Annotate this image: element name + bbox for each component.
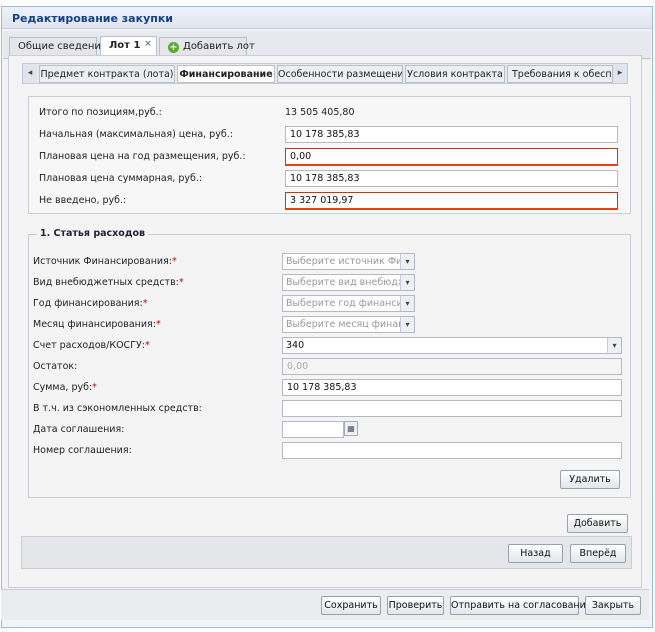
planned-total-field[interactable]: 10 178 385,83 xyxy=(285,170,618,187)
chevron-down-icon[interactable]: ▾ xyxy=(400,275,414,290)
source-select[interactable]: Выберите источник Фи ▾ xyxy=(282,253,415,270)
account-select[interactable]: 340 ▾ xyxy=(282,337,622,354)
tab-general-info-label: Общие сведения xyxy=(18,41,107,52)
required-mark: * xyxy=(92,382,97,393)
remainder-field: 0,00 xyxy=(282,358,622,375)
total-label: Итого по позициям,руб.: xyxy=(39,107,162,118)
required-mark: * xyxy=(178,277,184,288)
extrabudget-select[interactable]: Выберите вид внебюдж ▾ xyxy=(282,274,415,291)
tab-add-lot-label: Добавить лот xyxy=(183,41,255,52)
initial-price-label: Начальная (максимальная) цена, руб.: xyxy=(39,129,233,140)
window-title: Редактирование закупки xyxy=(2,7,652,29)
agreement-number-field[interactable] xyxy=(282,442,622,459)
extrabudget-label: Вид внебюджетных средств:* xyxy=(33,277,184,288)
close-button[interactable]: Закрыть xyxy=(585,596,641,615)
calendar-icon[interactable]: ▦ xyxy=(344,421,358,436)
delete-button[interactable]: Удалить xyxy=(560,470,620,489)
not-entered-field[interactable]: 3 327 019,97 xyxy=(285,192,618,210)
planned-total-label: Плановая цена суммарная, руб.: xyxy=(39,173,203,184)
initial-price-field[interactable]: 10 178 385,83 xyxy=(285,126,618,143)
required-mark: * xyxy=(142,298,148,309)
required-mark: * xyxy=(155,319,161,330)
back-button[interactable]: Назад xyxy=(508,544,563,563)
inner-tabstrip: ◂ Предмет контракта (лота) Финансировани… xyxy=(22,63,628,84)
nav-toolbar: Назад Вперёд xyxy=(21,536,632,569)
close-icon[interactable]: × xyxy=(143,40,153,50)
planned-year-field[interactable]: 0,00 xyxy=(285,148,618,166)
saved-funds-label: В т.ч. из сэкономленных средств: xyxy=(33,403,202,414)
extrabudget-select-text: Выберите вид внебюдж xyxy=(286,277,407,288)
source-select-text: Выберите источник Фи xyxy=(286,256,403,267)
agreement-date-field[interactable] xyxy=(282,421,344,438)
remainder-label: Остаток: xyxy=(33,361,78,372)
chevron-left-icon[interactable]: ◂ xyxy=(23,64,37,83)
required-mark: * xyxy=(144,340,150,351)
sum-field[interactable]: 10 178 385,83 xyxy=(282,379,622,396)
tab-contract-subject[interactable]: Предмет контракта (лота) xyxy=(39,65,175,83)
planned-year-label: Плановая цена на год размещения, руб.: xyxy=(39,151,246,162)
save-button[interactable]: Сохранить xyxy=(321,596,381,615)
chevron-down-icon[interactable]: ▾ xyxy=(400,317,414,332)
required-mark: * xyxy=(172,256,177,267)
account-label: Счет расходов/КОСГУ:* xyxy=(33,340,150,351)
not-entered-label: Не введено, руб.: xyxy=(39,195,127,206)
expense-legend: 1. Статья расходов xyxy=(37,228,149,239)
lot-content: ◂ Предмет контракта (лота) Финансировани… xyxy=(8,55,642,588)
window-footer: Сохранить Проверить Отправить на согласо… xyxy=(1,589,649,620)
add-expense-button[interactable]: Добавить xyxy=(567,514,628,533)
year-label: Год финансирования:* xyxy=(33,298,148,309)
year-select-text: Выберите год финансир xyxy=(286,298,409,309)
expense-fieldset: 1. Статья расходов Источник Финансирован… xyxy=(28,228,631,498)
month-label: Месяц финансирования:* xyxy=(33,319,161,330)
tab-contract-terms[interactable]: Условия контракта xyxy=(405,65,505,83)
account-select-text: 340 xyxy=(286,340,305,351)
chevron-down-icon[interactable]: ▾ xyxy=(400,296,414,311)
sum-label: Сумма, руб:* xyxy=(33,382,97,393)
tab-placement-features[interactable]: Особенности размещения xyxy=(277,65,403,83)
send-for-approval-button[interactable]: Отправить на согласование xyxy=(450,596,592,615)
year-select[interactable]: Выберите год финансир ▾ xyxy=(282,295,415,312)
check-button[interactable]: Проверить xyxy=(387,596,444,615)
add-lot-icon: + xyxy=(168,42,179,53)
source-label: Источник Финансирования:* xyxy=(33,256,177,267)
summary-panel: Итого по позициям,руб.: 13 505 405,80 На… xyxy=(28,96,631,214)
chevron-down-icon[interactable]: ▾ xyxy=(400,254,414,269)
agreement-date-label: Дата соглашения: xyxy=(33,424,125,435)
tab-security-requirements[interactable]: Требования к обеспечению xyxy=(507,65,613,83)
chevron-right-icon[interactable]: ▸ xyxy=(613,64,627,83)
chevron-down-icon[interactable]: ▾ xyxy=(607,338,621,353)
total-value: 13 505 405,80 xyxy=(285,107,355,118)
forward-button[interactable]: Вперёд xyxy=(570,544,626,563)
tab-financing[interactable]: Финансирование xyxy=(177,65,275,83)
month-select[interactable]: Выберите месяц финан ▾ xyxy=(282,316,415,333)
tab-lot-1-text: Лот 1 xyxy=(109,40,141,51)
agreement-number-label: Номер соглашения: xyxy=(33,445,132,456)
month-select-text: Выберите месяц финан xyxy=(286,319,405,330)
saved-funds-field[interactable] xyxy=(282,400,622,417)
